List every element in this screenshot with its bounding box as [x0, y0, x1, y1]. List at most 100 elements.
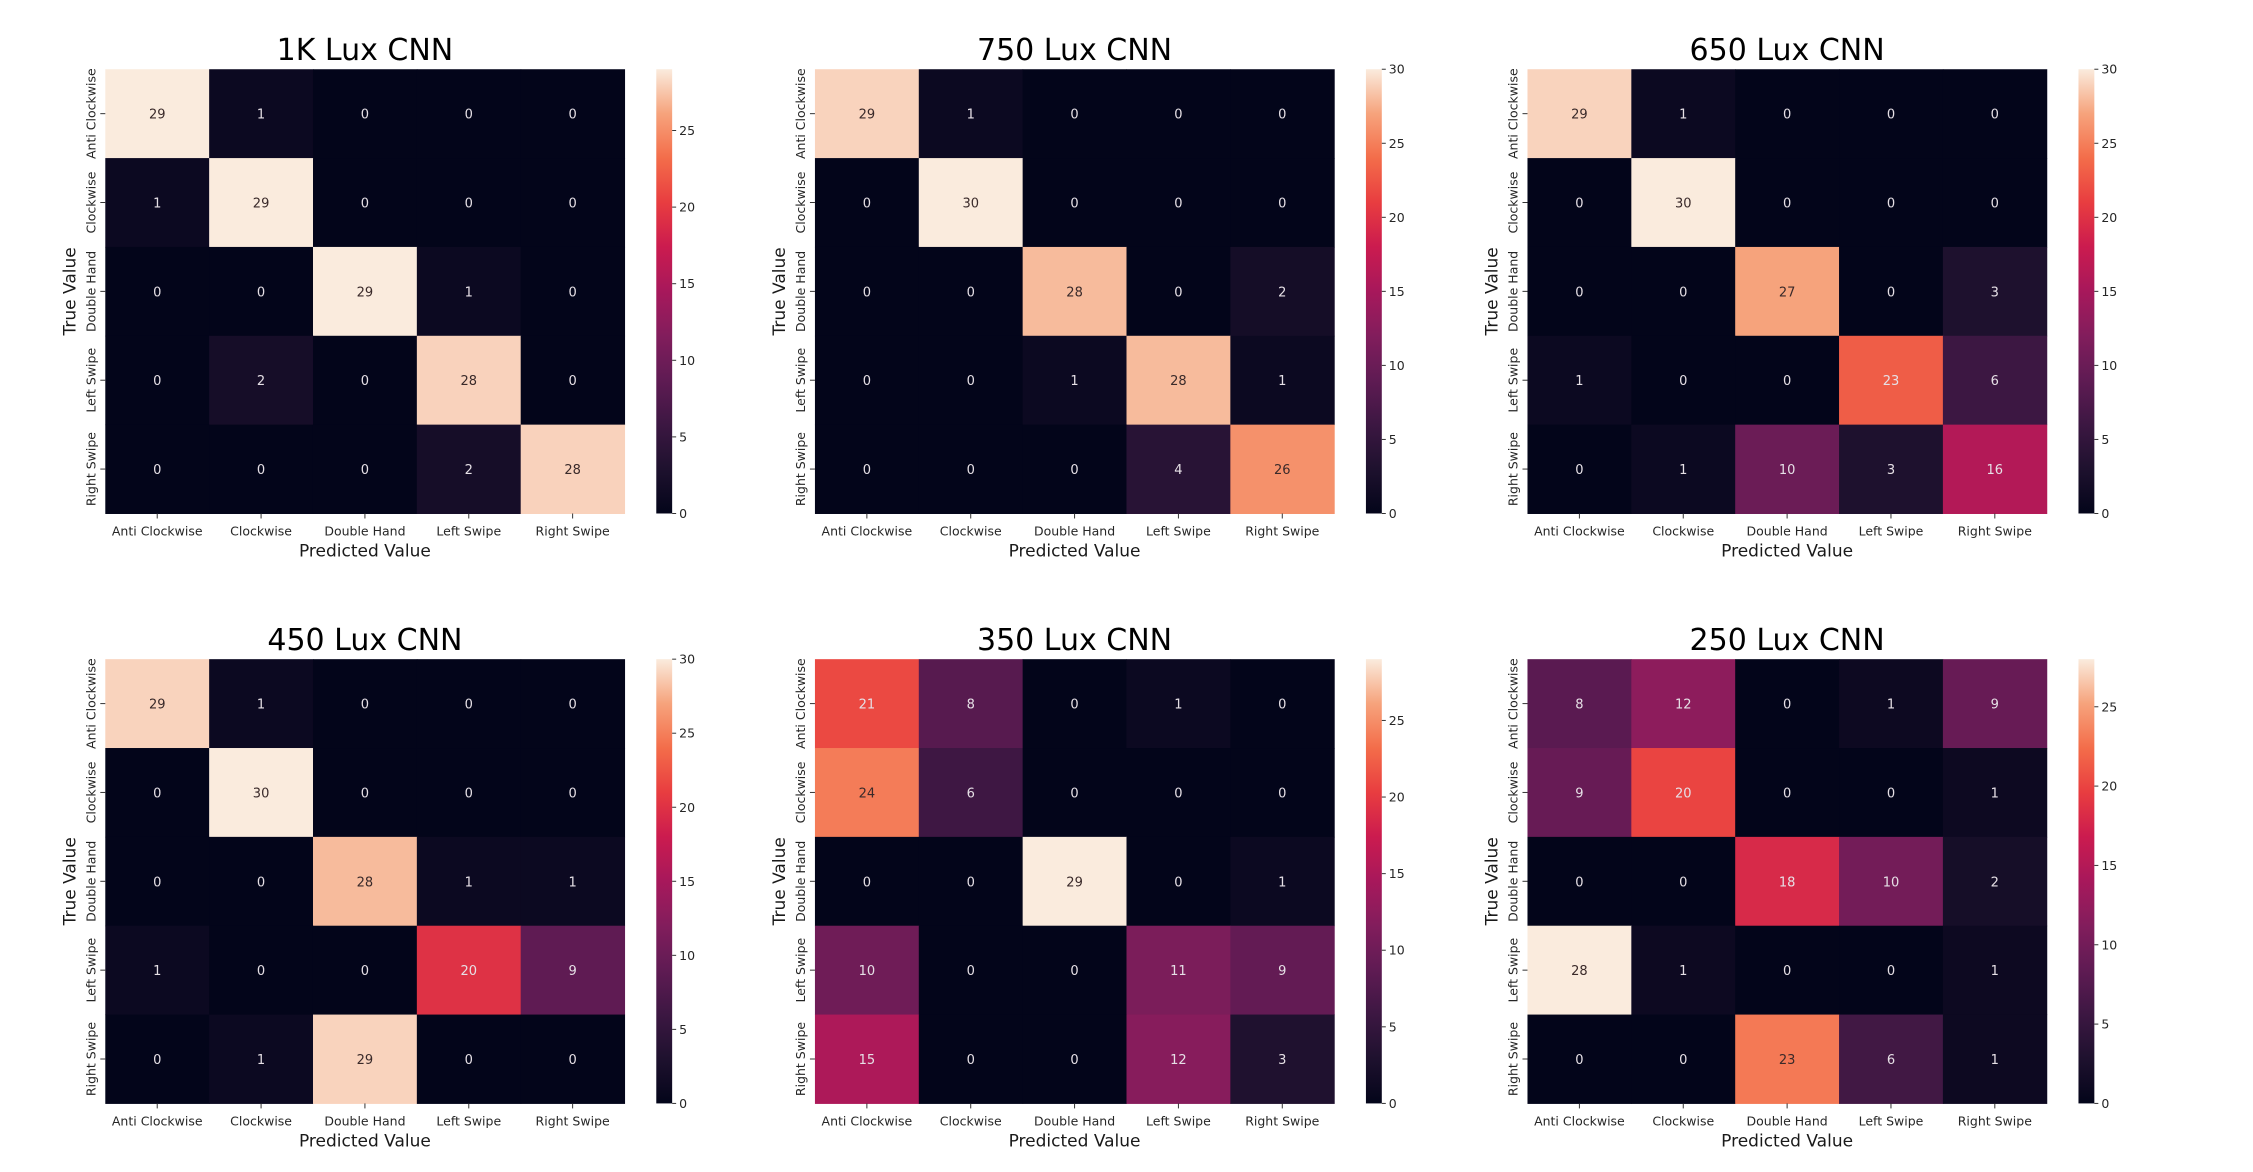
chart-title: 450 Lux CNN	[267, 623, 462, 658]
colorbar-tick-label: 0	[679, 1096, 687, 1111]
colorbar-tick-label: 20	[2101, 779, 2117, 794]
cell-value-label: 1	[465, 285, 473, 300]
y-tick-label: Right Swipe	[83, 1022, 98, 1096]
colorbar-tick-label: 25	[679, 123, 695, 138]
colorbar-tick-label: 20	[1389, 210, 1405, 225]
colorbar	[1365, 659, 1382, 1104]
x-tick-label: Right Swipe	[1958, 1113, 2032, 1128]
cell-value-label: 0	[967, 875, 975, 890]
cell-value-label: 0	[1783, 964, 1791, 979]
cell-value-label: 0	[1278, 786, 1286, 801]
cell-value-label: 1	[1278, 374, 1286, 389]
cell-value-label: 2	[1991, 875, 1999, 890]
colorbar-tick-label: 25	[1389, 713, 1405, 728]
x-axis-label: Predicted Value	[1721, 541, 1853, 561]
cell-value-label: 4	[1174, 463, 1182, 478]
cell-value-label: 0	[257, 285, 265, 300]
x-tick-label: Right Swipe	[1958, 523, 2032, 538]
cell-value-label: 0	[1783, 786, 1791, 801]
colorbar-tick-label: 20	[679, 200, 695, 215]
cell-value-label: 0	[257, 964, 265, 979]
cell-value-label: 0	[1783, 197, 1791, 212]
colorbar	[2078, 659, 2095, 1104]
x-axis-label: Predicted Value	[1009, 541, 1141, 561]
cell-value-label: 0	[1679, 285, 1687, 300]
cell-value-label: 0	[568, 285, 576, 300]
cell-value-label: 1	[465, 875, 473, 890]
x-tick-label: Left Swipe	[1859, 1113, 1924, 1128]
x-tick-label: Right Swipe	[536, 1113, 610, 1128]
x-tick-label: Left Swipe	[436, 523, 501, 538]
cell-value-label: 0	[1070, 463, 1078, 478]
cell-value-label: 0	[153, 875, 161, 890]
cell-value-label: 9	[568, 964, 576, 979]
chart-title: 750 Lux CNN	[977, 33, 1172, 68]
y-tick-label: Left Swipe	[83, 348, 98, 413]
x-tick-label: Double Hand	[1747, 1113, 1828, 1128]
cell-value-label: 0	[568, 197, 576, 212]
colorbar-tick-label: 10	[2101, 358, 2117, 373]
y-tick-label: Right Swipe	[793, 1022, 808, 1096]
cell-value-label: 2	[1278, 285, 1286, 300]
cell-value-label: 0	[863, 875, 871, 890]
heatmap-panel-3: 650 Lux CNN29 1 0 0 00 30 0 0 00 0 27 0 31 0 0 23 60 1 10 3…	[1482, 33, 2117, 561]
cell-value-label: 0	[1070, 1053, 1078, 1068]
cell-value-label: 0	[465, 108, 473, 123]
cell-value-label: 29	[357, 1053, 374, 1068]
y-axis-label: True Value	[1482, 837, 1502, 926]
chart-title: 350 Lux CNN	[977, 623, 1172, 658]
chart-title: 1K Lux CNN	[277, 33, 454, 68]
x-tick-label: Clockwise	[1652, 1113, 1714, 1128]
cell-value-label: 20	[1675, 786, 1692, 801]
cell-value-label: 18	[1779, 875, 1796, 890]
x-axis-label: Predicted Value	[299, 541, 431, 561]
cell-value-label: 0	[967, 285, 975, 300]
y-tick-label: Double Hand	[793, 841, 808, 922]
cell-value-label: 0	[153, 786, 161, 801]
cell-value-label: 0	[1174, 875, 1182, 890]
colorbar	[1365, 69, 1382, 514]
x-tick-label: Clockwise	[940, 523, 1002, 538]
cell-value-label: 0	[863, 463, 871, 478]
cell-value-label: 28	[357, 875, 374, 890]
cell-value-label: 0	[361, 698, 369, 713]
cell-value-label: 0	[1991, 108, 1999, 123]
x-tick-label: Left Swipe	[436, 1113, 501, 1128]
cell-value-label: 9	[1991, 698, 1999, 713]
cell-value-label: 8	[967, 698, 975, 713]
y-tick-label: Right Swipe	[1505, 1022, 1520, 1096]
cell-value-label: 1	[257, 698, 265, 713]
cell-value-label: 1	[257, 1053, 265, 1068]
cell-value-label: 0	[1575, 1053, 1583, 1068]
cell-value-label: 0	[257, 463, 265, 478]
cell-value-label: 16	[1987, 463, 2004, 478]
cell-value-label: 0	[1575, 463, 1583, 478]
cell-value-label: 0	[1070, 108, 1078, 123]
cell-value-label: 1	[1991, 1053, 1999, 1068]
y-tick-label: Right Swipe	[1505, 432, 1520, 506]
cell-value-label: 0	[465, 786, 473, 801]
colorbar	[656, 659, 673, 1104]
colorbar-tick-label: 5	[1389, 432, 1397, 447]
y-tick-label: Clockwise	[83, 761, 98, 823]
colorbar-tick-label: 30	[1389, 62, 1405, 77]
cell-value-label: 1	[153, 964, 161, 979]
cell-value-label: 28	[1066, 285, 1083, 300]
cell-value-label: 0	[1278, 197, 1286, 212]
cell-value-label: 0	[1783, 108, 1791, 123]
x-tick-label: Left Swipe	[1146, 1113, 1211, 1128]
cell-value-label: 1	[1174, 698, 1182, 713]
colorbar-tick-label: 25	[2101, 699, 2117, 714]
heatmap-panel-6: 250 Lux CNN8 12 0 1 99 20 0 0 10 0 18 10 228 1 0 0 10 0 23…	[1482, 623, 2117, 1151]
cell-value-label: 3	[1991, 285, 1999, 300]
cell-value-label: 0	[863, 285, 871, 300]
x-tick-label: Anti Clockwise	[1534, 1113, 1625, 1128]
cell-value-label: 0	[1070, 964, 1078, 979]
x-tick-label: Clockwise	[230, 1113, 292, 1128]
cell-value-label: 0	[568, 108, 576, 123]
y-tick-label: Anti Clockwise	[83, 68, 98, 159]
cell-value-label: 0	[1887, 786, 1895, 801]
y-tick-label: Right Swipe	[793, 432, 808, 506]
cell-value-label: 29	[149, 108, 166, 123]
x-tick-label: Double Hand	[324, 523, 405, 538]
